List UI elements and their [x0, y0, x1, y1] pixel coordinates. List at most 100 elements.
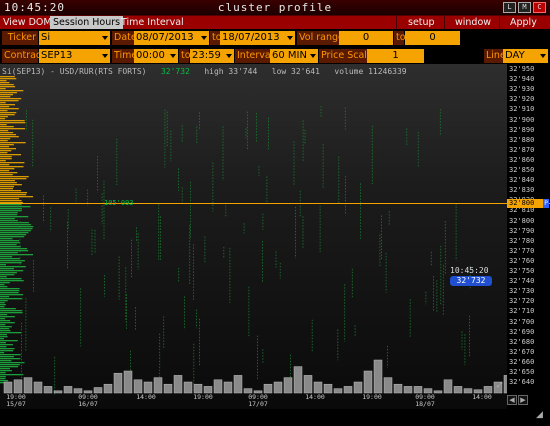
profile-bar: [0, 178, 27, 180]
time-from-field[interactable]: 00:00: [134, 49, 178, 63]
profile-bar: [0, 342, 6, 344]
menu-time-interval[interactable]: Time Interval: [118, 16, 187, 29]
volume-bar: [143, 381, 153, 394]
volume-info: volume 11246339: [334, 67, 407, 76]
profile-bar: [0, 278, 22, 280]
volume-bar: [353, 381, 363, 394]
profile-bar: [0, 320, 11, 322]
profile-bar: [0, 94, 13, 96]
scroll-right-button[interactable]: ▶: [518, 395, 528, 405]
low-info: low 32'641: [271, 67, 320, 76]
chart-area[interactable]: Si(SEP13) - USD/RUR(RTS FORTS) 32'732 hi…: [0, 64, 507, 409]
contract-select[interactable]: SEP13: [39, 49, 110, 63]
to-label: to: [179, 49, 191, 63]
menu-setup[interactable]: setup: [405, 16, 438, 29]
link-button[interactable]: L: [503, 2, 516, 13]
profile-bar: [0, 322, 15, 324]
price-tick: 32'920: [509, 95, 535, 104]
profile-bar: [0, 204, 22, 206]
profile-bar: [0, 78, 17, 80]
line-select[interactable]: DAY: [503, 49, 548, 63]
profile-bar: [0, 364, 20, 366]
expand-icon[interactable]: ⤢: [497, 381, 503, 390]
profile-bar: [0, 360, 12, 362]
price-tick: 32'850: [509, 166, 535, 174]
volume-bar: [313, 381, 323, 394]
profile-bar: [0, 230, 31, 232]
volume-bar: [33, 381, 43, 394]
profile-bar: [0, 146, 10, 148]
profile-bar: [0, 366, 19, 368]
menu-view-dom[interactable]: View DOM: [0, 16, 55, 29]
profile-bar: [0, 276, 7, 278]
profile-bar: [0, 194, 27, 196]
profile-bar: [0, 102, 6, 104]
instrument-name: Si(SEP13) - USD/RUR(RTS FORTS): [2, 67, 147, 76]
interval-select[interactable]: 60 MIN: [270, 49, 318, 63]
profile-bar: [0, 134, 17, 136]
profile-bar: [0, 116, 8, 118]
time-to-field[interactable]: 23:59: [190, 49, 234, 63]
chevron-down-icon: [226, 54, 232, 58]
profile-bar: [0, 212, 18, 214]
volume-bar: [363, 370, 373, 394]
price-tick: 32'660: [509, 357, 535, 366]
price-tick: 32'720: [509, 297, 535, 306]
profile-bar: [0, 164, 10, 166]
profile-bar: [0, 336, 8, 338]
ticker-select[interactable]: Si: [39, 31, 110, 45]
volume-bar: [43, 386, 53, 394]
profile-bar: [0, 220, 18, 222]
window-buttons: L M C: [503, 2, 546, 13]
profile-bar: [0, 92, 17, 94]
scroll-left-button[interactable]: ◀: [507, 395, 517, 405]
menu-session-hours[interactable]: Session Hours: [50, 16, 124, 29]
date-from-field[interactable]: 08/07/2013: [134, 31, 209, 45]
price-tick: 32'680: [509, 337, 535, 346]
date-to-field[interactable]: 18/07/2013: [220, 31, 295, 45]
time-tick: 09:00 18/07: [415, 393, 435, 408]
profile-bar: [0, 304, 6, 306]
date-label: Date: [112, 31, 137, 45]
minimize-button[interactable]: M: [518, 2, 531, 13]
volume-bar: [443, 379, 453, 394]
profile-bar: [0, 332, 22, 334]
profile-bar: [0, 318, 6, 320]
menu-window[interactable]: window: [452, 16, 494, 29]
profile-bar: [0, 310, 23, 312]
profile-bar: [0, 232, 29, 234]
price-tick: 32'940: [509, 75, 535, 84]
profile-bar: [0, 248, 28, 250]
to-label: to: [210, 31, 222, 45]
volume-bar: [483, 386, 493, 394]
profile-bar: [0, 140, 8, 142]
profile-bar: [0, 170, 10, 172]
price-scale-label: Price Scale: [319, 49, 373, 63]
chart-info: Si(SEP13) - USD/RUR(RTS FORTS) 32'732 hi…: [2, 67, 407, 76]
profile-bar: [0, 270, 24, 272]
close-button[interactable]: C: [533, 2, 546, 13]
profile-bar: [0, 378, 6, 380]
volume-bar: [63, 386, 73, 394]
contract-label: Contract: [2, 49, 45, 63]
profile-bar: [0, 214, 18, 216]
profile-bar: [0, 158, 12, 160]
profile-bar: [0, 198, 20, 200]
vol-from-field[interactable]: 0: [339, 31, 393, 45]
profile-bar: [0, 108, 19, 110]
resize-grip-icon[interactable]: ◢: [536, 410, 548, 422]
volume-bar: [403, 386, 413, 394]
price-tick: 32'780: [509, 236, 535, 245]
volume-bar: [383, 377, 393, 394]
last-time: 10:45:20: [450, 266, 489, 275]
volume-bar: [343, 386, 353, 394]
vol-to-field[interactable]: 0: [405, 31, 460, 45]
menu-bar: View DOM Session Hours Time Interval set…: [0, 16, 550, 29]
chevron-down-icon: [201, 36, 207, 40]
price-scale-field[interactable]: 1: [367, 49, 424, 63]
price-tick: 32'830: [509, 186, 535, 195]
menu-apply[interactable]: Apply: [507, 16, 540, 29]
profile-bar: [0, 258, 20, 260]
price-tag-marker: P: [543, 199, 549, 208]
profile-bar: [0, 222, 29, 224]
